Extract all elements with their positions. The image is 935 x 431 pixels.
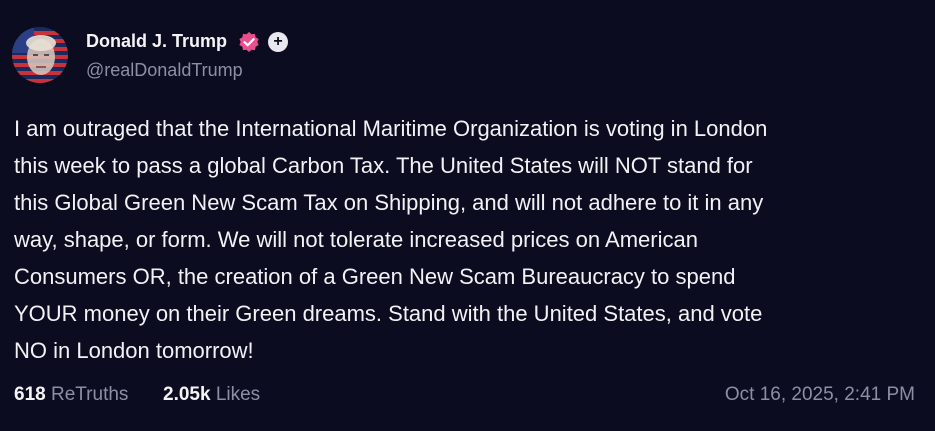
verified-check-icon [238,31,260,53]
author-display-name[interactable]: Donald J. Trump [86,31,227,52]
post-text-line: this Global Green New Scam Tax on Shippi… [14,190,764,215]
likes-count: 2.05k [163,384,211,405]
post-text-line: Consumers OR, the creation of a Green Ne… [14,264,736,289]
retruths-count: 618 [14,384,46,405]
retruths-stat[interactable]: 618 ReTruths [14,384,128,406]
post-text-line: way, shape, or form. We will not tolerat… [14,227,698,252]
likes-stat[interactable]: 2.05k Likes [163,384,260,406]
author-avatar[interactable] [12,27,68,83]
post-text-line: this week to pass a global Carbon Tax. T… [14,153,753,178]
post-text-line: NO in London tomorrow! [14,338,254,363]
post-card: Donald J. Trump + @realDonaldTrump I am … [0,0,935,431]
post-footer: 618 ReTruths 2.05k Likes Oct 16, 2025, 2… [14,384,915,408]
retruths-label: ReTruths [50,384,129,405]
author-handle[interactable]: @realDonaldTrump [86,60,243,81]
post-text-line: I am outraged that the International Mar… [14,116,768,141]
post-text: I am outraged that the International Mar… [14,110,919,369]
post-timestamp[interactable]: Oct 16, 2025, 2:41 PM [725,384,915,406]
follow-button[interactable]: + [268,32,288,52]
likes-label: Likes [215,384,261,405]
post-text-line: YOUR money on their Green dreams. Stand … [14,301,763,326]
